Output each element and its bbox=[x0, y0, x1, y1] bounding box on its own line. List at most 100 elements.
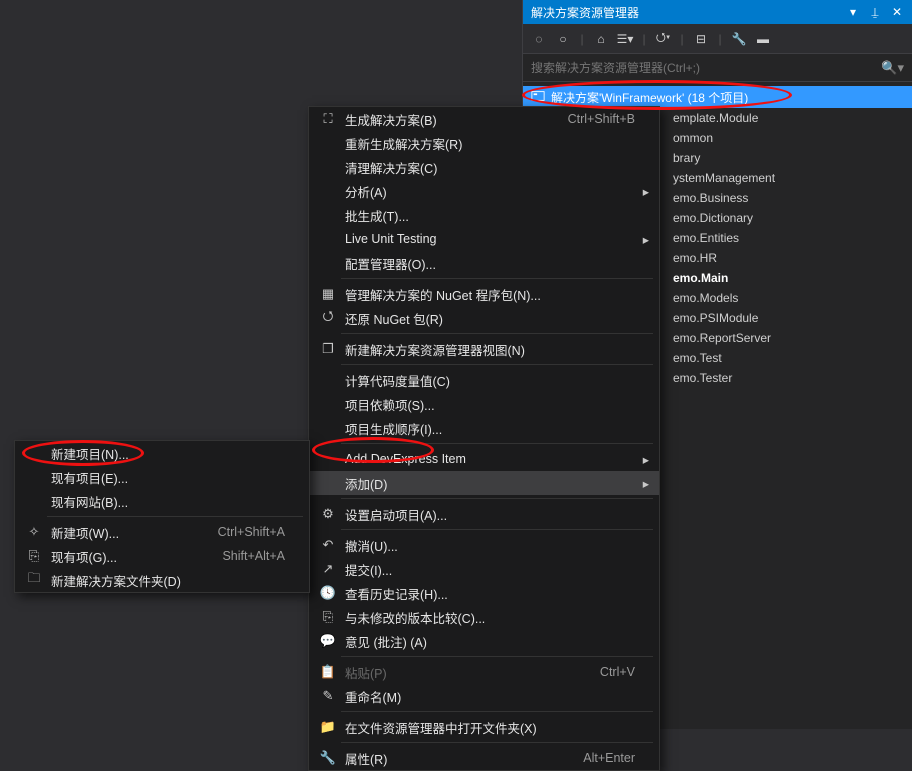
menu-item[interactable]: 配置管理器(O)... bbox=[309, 251, 659, 275]
menu-item-label: 项目生成顺序(I)... bbox=[341, 419, 611, 438]
menu-item-label: 清理解决方案(C) bbox=[341, 158, 611, 177]
menu-item-label: 批生成(T)... bbox=[341, 206, 611, 225]
menu-item[interactable]: Add DevExpress Item ▸ bbox=[309, 447, 659, 471]
forward-icon[interactable]: ○ bbox=[553, 29, 573, 49]
build-icon: ⛶ bbox=[315, 111, 341, 127]
menu-item[interactable]: ↗提交(I)... bbox=[309, 557, 659, 581]
menu-item[interactable]: 新建项目(N)... bbox=[15, 441, 309, 465]
submenu-arrow-icon: ▸ bbox=[635, 232, 649, 247]
menu-item[interactable]: 项目依赖项(S)... bbox=[309, 392, 659, 416]
close-icon[interactable]: ✕ bbox=[890, 5, 904, 19]
menu-item-label: 现有网站(B)... bbox=[47, 492, 261, 511]
menu-item[interactable]: 🕓查看历史记录(H)... bbox=[309, 581, 659, 605]
nuget-icon: ▦ bbox=[315, 286, 341, 302]
folder-icon: 📁 bbox=[315, 719, 341, 735]
menu-item-label: 与未修改的版本比较(C)... bbox=[341, 608, 611, 627]
menu-item-label: 配置管理器(O)... bbox=[341, 254, 611, 273]
menu-item-label: 现有项目(E)... bbox=[47, 468, 261, 487]
menu-item[interactable]: 添加(D)▸ bbox=[309, 471, 659, 495]
submenu-arrow-icon: ▸ bbox=[635, 184, 649, 199]
context-menu-solution: ⛶生成解决方案(B)Ctrl+Shift+B重新生成解决方案(R) 清理解决方案(… bbox=[308, 106, 660, 771]
menu-item-label: 属性(R) bbox=[341, 749, 559, 768]
menu-separator bbox=[341, 656, 653, 657]
menu-item[interactable]: 批生成(T)... bbox=[309, 203, 659, 227]
history-icon: 🕓 bbox=[315, 585, 341, 601]
wrench-icon: 🔧 bbox=[315, 750, 341, 766]
menu-item-label: 重命名(M) bbox=[341, 687, 611, 706]
menu-item-label: Add DevExpress Item bbox=[341, 452, 611, 466]
menu-item[interactable]: ⚙设置启动项目(A)... bbox=[309, 502, 659, 526]
menu-item-label: 新建项目(N)... bbox=[47, 444, 261, 463]
comment-icon: 💬 bbox=[315, 633, 341, 649]
menu-item-label: 新建项(W)... bbox=[47, 523, 194, 542]
menu-item[interactable]: ⛶生成解决方案(B)Ctrl+Shift+B bbox=[309, 107, 659, 131]
menu-separator bbox=[341, 711, 653, 712]
menu-separator bbox=[341, 529, 653, 530]
menu-item[interactable]: ✎重命名(M) bbox=[309, 684, 659, 708]
menu-item[interactable]: 📁在文件资源管理器中打开文件夹(X) bbox=[309, 715, 659, 739]
menu-item-label: 分析(A) bbox=[341, 182, 611, 201]
solution-icon bbox=[531, 89, 545, 106]
commit-icon: ↗ bbox=[315, 561, 341, 577]
search-input[interactable] bbox=[531, 61, 881, 75]
menu-item[interactable]: 计算代码度量值(C) bbox=[309, 368, 659, 392]
properties-icon[interactable]: ▬ bbox=[753, 29, 773, 49]
menu-item[interactable]: ↶撤消(U)... bbox=[309, 533, 659, 557]
menu-item[interactable]: 项目生成顺序(I)... bbox=[309, 416, 659, 440]
search-icon[interactable]: 🔍▾ bbox=[881, 60, 904, 76]
pin-icon[interactable]: ⍊ bbox=[868, 5, 882, 20]
menu-item-label: 查看历史记录(H)... bbox=[341, 584, 611, 603]
menu-item-label: 项目依赖项(S)... bbox=[341, 395, 611, 414]
menu-item-label: 在文件资源管理器中打开文件夹(X) bbox=[341, 718, 611, 737]
wrench-icon[interactable]: 🔧 bbox=[729, 29, 749, 49]
menu-separator bbox=[47, 516, 303, 517]
menu-item-shortcut: Ctrl+V bbox=[576, 665, 635, 679]
menu-separator bbox=[341, 498, 653, 499]
menu-item[interactable]: 📋粘贴(P)Ctrl+V bbox=[309, 660, 659, 684]
gear-icon: ⚙ bbox=[315, 506, 341, 522]
menu-item[interactable]: 💬意见 (批注) (A) bbox=[309, 629, 659, 653]
menu-item[interactable]: 重新生成解决方案(R) bbox=[309, 131, 659, 155]
menu-separator bbox=[341, 364, 653, 365]
menu-item-label: 计算代码度量值(C) bbox=[341, 371, 611, 390]
restore-icon: ⭯ bbox=[315, 307, 341, 329]
context-submenu-add: 新建项目(N)...现有项目(E)...现有网站(B)...✧新建项(W)...… bbox=[14, 440, 310, 593]
menu-item[interactable]: ❐新建解决方案资源管理器视图(N) bbox=[309, 337, 659, 361]
menu-item[interactable]: ⭯还原 NuGet 包(R) bbox=[309, 306, 659, 330]
menu-item[interactable]: ✧新建项(W)...Ctrl+Shift+A bbox=[15, 520, 309, 544]
menu-item[interactable]: 清理解决方案(C) bbox=[309, 155, 659, 179]
menu-item[interactable]: 现有网站(B)... bbox=[15, 489, 309, 513]
menu-item[interactable]: ▦管理解决方案的 NuGet 程序包(N)... bbox=[309, 282, 659, 306]
menu-item-shortcut: Shift+Alt+A bbox=[198, 549, 285, 563]
menu-separator bbox=[341, 333, 653, 334]
menu-item-label: Live Unit Testing bbox=[341, 232, 611, 246]
menu-item-label: 设置启动项目(A)... bbox=[341, 505, 611, 524]
collapse-icon[interactable]: ⊟ bbox=[691, 29, 711, 49]
menu-item-label: 新建解决方案资源管理器视图(N) bbox=[341, 340, 611, 359]
menu-item-shortcut: Alt+Enter bbox=[559, 751, 635, 765]
menu-item[interactable]: ⎘与未修改的版本比较(C)... bbox=[309, 605, 659, 629]
dropdown-icon[interactable]: ▾ bbox=[846, 5, 860, 19]
menu-item[interactable]: 分析(A) ▸ bbox=[309, 179, 659, 203]
solution-root-node[interactable]: 解决方案'WinFramework' (18 个项目) bbox=[523, 86, 912, 108]
menu-separator bbox=[341, 742, 653, 743]
menu-item[interactable]: 🗀新建解决方案文件夹(D) bbox=[15, 568, 309, 592]
refresh-icon[interactable]: ⭯▾ bbox=[653, 29, 673, 49]
newfolder-icon: 🗀 bbox=[21, 569, 47, 591]
menu-item[interactable]: ⎘现有项(G)...Shift+Alt+A bbox=[15, 544, 309, 568]
menu-item-shortcut: Ctrl+Shift+A bbox=[194, 525, 285, 539]
back-icon[interactable]: ◌ bbox=[529, 29, 549, 49]
show-all-icon[interactable]: ☰▾ bbox=[615, 29, 635, 49]
menu-item[interactable]: 现有项目(E)... bbox=[15, 465, 309, 489]
menu-item[interactable]: 🔧属性(R)Alt+Enter bbox=[309, 746, 659, 770]
menu-item-label: 意见 (批注) (A) bbox=[341, 632, 611, 651]
existitem-icon: ⎘ bbox=[21, 548, 47, 564]
submenu-arrow-icon: ▸ bbox=[635, 452, 649, 467]
menu-item-label: 粘贴(P) bbox=[341, 663, 576, 682]
menu-item-label: 新建解决方案文件夹(D) bbox=[47, 571, 261, 590]
menu-item[interactable]: Live Unit Testing ▸ bbox=[309, 227, 659, 251]
search-box[interactable]: 🔍▾ bbox=[523, 54, 912, 82]
home-icon[interactable]: ⌂ bbox=[591, 29, 611, 49]
newitem-icon: ✧ bbox=[21, 524, 47, 540]
panel-title-bar[interactable]: 解决方案资源管理器 ▾ ⍊ ✕ bbox=[523, 0, 912, 24]
